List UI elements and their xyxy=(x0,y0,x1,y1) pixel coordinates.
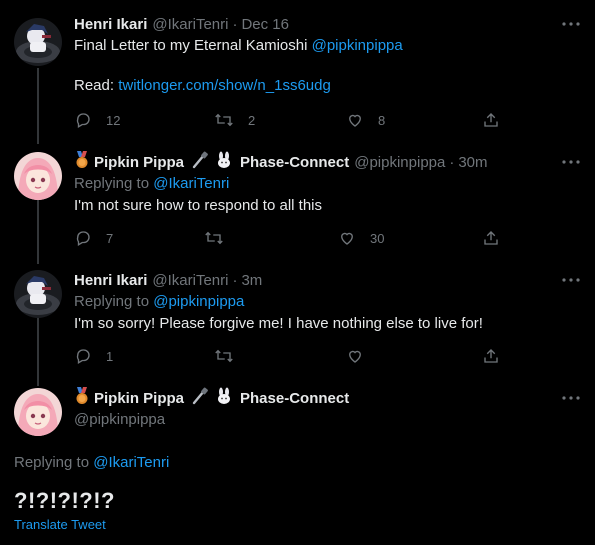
tweet-time[interactable]: 30m xyxy=(458,154,487,171)
reply-count: 1 xyxy=(106,348,114,364)
reply-icon xyxy=(76,349,90,364)
mention-link[interactable]: @pipkinpippa xyxy=(153,293,244,310)
tweet-time[interactable]: Dec 16 xyxy=(241,16,289,33)
retweet-button[interactable]: 2 xyxy=(214,110,255,130)
more-icon[interactable] xyxy=(561,388,581,408)
author-handle[interactable]: @pipkinpippa xyxy=(74,410,581,430)
medal-badge-icon xyxy=(74,151,90,173)
author-org[interactable]: Phase-Connect xyxy=(240,154,349,171)
medal-badge-icon xyxy=(74,387,90,409)
replying-label: Replying to xyxy=(74,293,154,310)
external-link[interactable]: twitlonger.com/show/n_1ss6udg xyxy=(118,77,331,94)
cable-emoji-icon xyxy=(191,387,209,409)
reply-button[interactable]: 12 xyxy=(74,110,120,130)
author-handle[interactable]: @pipkinpippa xyxy=(354,154,445,171)
reply-count: 12 xyxy=(106,112,121,128)
tweet-text-part: Read: xyxy=(74,77,119,94)
share-button[interactable] xyxy=(482,110,500,130)
author-name[interactable]: Henri Ikari xyxy=(74,16,147,33)
author-handle[interactable]: @IkariTenri xyxy=(152,16,228,33)
separator: · xyxy=(449,153,455,171)
like-button[interactable] xyxy=(346,346,378,366)
mention-link[interactable]: @pipkinpippa xyxy=(312,37,403,54)
avatar[interactable] xyxy=(14,388,62,436)
tweet-text: I'm so sorry! Please forgive me! I have … xyxy=(74,315,483,332)
avatar[interactable] xyxy=(14,270,62,318)
share-icon xyxy=(484,113,498,127)
author-handle[interactable]: @IkariTenri xyxy=(152,272,228,289)
cable-emoji-icon xyxy=(191,151,209,173)
tweet-pippa-1[interactable]: Pipkin Pippa Phase-Connect @pipkinpippa … xyxy=(0,151,595,252)
retweet-icon xyxy=(205,231,223,245)
retweet-count: 2 xyxy=(248,112,256,128)
tweet-time[interactable]: 3m xyxy=(241,272,262,289)
avatar[interactable] xyxy=(14,152,62,200)
like-icon xyxy=(349,114,361,127)
author-org[interactable]: Phase-Connect xyxy=(240,390,349,407)
reply-icon xyxy=(76,113,90,128)
tweet-text-line2: Read: twitlonger.com/show/n_1ss6udg xyxy=(74,76,581,96)
like-count: 30 xyxy=(370,230,385,246)
replying-label: Replying to xyxy=(74,175,154,192)
retweet-button[interactable] xyxy=(214,346,248,366)
author-name[interactable]: Henri Ikari xyxy=(74,272,147,289)
like-button[interactable]: 30 xyxy=(338,228,384,248)
tweet-text: ?!?!?!?!? xyxy=(14,488,115,513)
separator: · xyxy=(232,271,238,289)
like-count: 8 xyxy=(378,112,386,128)
author-name[interactable]: Pipkin Pippa xyxy=(94,154,184,171)
avatar[interactable] xyxy=(14,18,62,66)
reply-icon xyxy=(76,231,90,246)
more-icon[interactable] xyxy=(561,14,581,34)
tweet-actions: 7 30 xyxy=(74,228,504,248)
tweet-henri-2[interactable]: Henri Ikari @IkariTenri · 3m Replying to… xyxy=(0,270,595,370)
tweet-text-part: Final Letter to my Eternal Kamioshi xyxy=(74,37,312,54)
reply-count: 7 xyxy=(106,230,114,246)
bunny-emoji-icon xyxy=(215,151,233,173)
tweet-actions: 12 2 8 xyxy=(74,110,504,130)
tweet-henri-1[interactable]: Henri Ikari @IkariTenri · Dec 16 Final L… xyxy=(0,14,595,134)
replying-to: Replying to @pipkinpippa xyxy=(74,292,581,312)
separator: · xyxy=(232,15,238,33)
mention-link[interactable]: @IkariTenri xyxy=(153,175,229,192)
mention-link[interactable]: @IkariTenri xyxy=(93,454,169,471)
bunny-emoji-icon xyxy=(215,387,233,409)
share-icon xyxy=(484,231,498,245)
retweet-icon xyxy=(215,349,233,363)
like-icon xyxy=(349,350,361,363)
share-icon xyxy=(484,349,498,363)
more-icon[interactable] xyxy=(561,152,581,172)
author-name[interactable]: Pipkin Pippa xyxy=(94,390,184,407)
share-button[interactable] xyxy=(482,228,500,248)
replying-label: Replying to xyxy=(14,454,94,471)
like-button[interactable]: 8 xyxy=(346,110,385,130)
like-icon xyxy=(341,232,353,245)
retweet-button[interactable] xyxy=(204,228,238,248)
replying-to: Replying to @IkariTenri xyxy=(74,174,581,194)
reply-button[interactable]: 7 xyxy=(74,228,113,248)
translate-tweet-link[interactable]: Translate Tweet xyxy=(14,517,106,532)
tweet-actions: 1 xyxy=(74,346,504,366)
tweet-text: Final Letter to my Eternal Kamioshi @pip… xyxy=(74,36,581,56)
retweet-icon xyxy=(215,113,233,127)
replying-to: Replying to @IkariTenri xyxy=(14,454,169,471)
more-icon[interactable] xyxy=(561,270,581,290)
focused-tweet[interactable]: Pipkin Pippa Phase-Connect @pipkinpippa … xyxy=(0,387,595,545)
share-button[interactable] xyxy=(482,346,500,366)
tweet-text: I'm not sure how to respond to all this xyxy=(74,197,322,214)
reply-button[interactable]: 1 xyxy=(74,346,113,366)
